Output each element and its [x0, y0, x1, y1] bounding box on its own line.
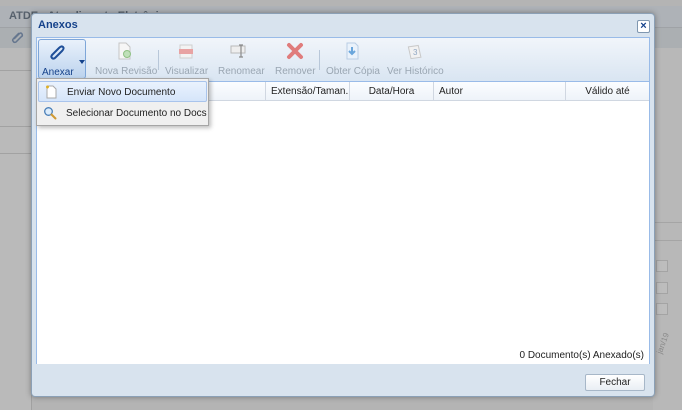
column-header-author[interactable]: Autor — [434, 82, 566, 101]
new-revision-icon — [118, 42, 131, 60]
history-label: Ver Histórico — [387, 66, 444, 77]
attach-button-label: Anexar — [42, 67, 74, 78]
rename-icon — [230, 44, 246, 58]
view-icon — [179, 44, 193, 59]
documents-grid[interactable] — [37, 101, 649, 350]
toolbar-separator — [319, 50, 320, 70]
close-icon[interactable]: × — [637, 20, 650, 33]
status-bar: 0 Documento(s) Anexado(s) — [37, 350, 649, 364]
new-revision-button[interactable]: Nova Revisão — [93, 38, 158, 82]
history-button[interactable]: 3 Ver Histórico — [385, 38, 445, 82]
rename-button[interactable]: Renomear — [217, 38, 267, 82]
column-header-valid-until[interactable]: Válido até — [566, 82, 649, 101]
remove-button[interactable]: Remover — [273, 38, 317, 82]
toolbar-separator — [158, 50, 159, 70]
get-copy-label: Obter Cópia — [326, 66, 380, 77]
column-header-extension-size[interactable]: Extensão/Taman... — [266, 82, 350, 101]
close-button[interactable]: Fechar — [585, 374, 645, 391]
new-revision-label: Nova Revisão — [95, 66, 158, 77]
paperclip-icon — [50, 45, 65, 60]
new-document-icon — [46, 85, 57, 99]
attached-count: 0 Documento(s) Anexado(s) — [519, 350, 644, 361]
dialog-title: Anexos — [38, 19, 78, 31]
menu-item-select-from-docs[interactable]: Selecionar Documento no Docs — [38, 103, 207, 124]
view-label: Visualizar — [165, 66, 209, 77]
remove-icon — [287, 43, 303, 59]
menu-item-label: Enviar Novo Documento — [67, 87, 176, 98]
magnifier-icon — [44, 107, 57, 120]
svg-text:3: 3 — [413, 48, 418, 57]
rename-label: Renomear — [218, 66, 265, 77]
history-icon: 3 — [407, 44, 422, 60]
get-copy-button[interactable]: Obter Cópia — [324, 38, 380, 82]
download-copy-icon — [346, 42, 359, 60]
toolbar: Anexar Nova Revisão Visualizar Renomear … — [37, 38, 649, 82]
column-header-date-time[interactable]: Data/Hora — [350, 82, 434, 101]
remove-label: Remover — [275, 66, 316, 77]
menu-item-label: Selecionar Documento no Docs — [66, 108, 207, 119]
chevron-down-icon[interactable] — [79, 60, 85, 64]
menu-item-send-new-document[interactable]: Enviar Novo Documento — [38, 81, 207, 102]
view-button[interactable]: Visualizar — [163, 38, 209, 82]
attachments-dialog: Anexos × Anexar Nova Revisão Visualizar … — [31, 13, 655, 397]
attach-button[interactable]: Anexar — [38, 39, 86, 81]
attach-dropdown-menu: Enviar Novo Documento Selecionar Documen… — [36, 78, 209, 126]
